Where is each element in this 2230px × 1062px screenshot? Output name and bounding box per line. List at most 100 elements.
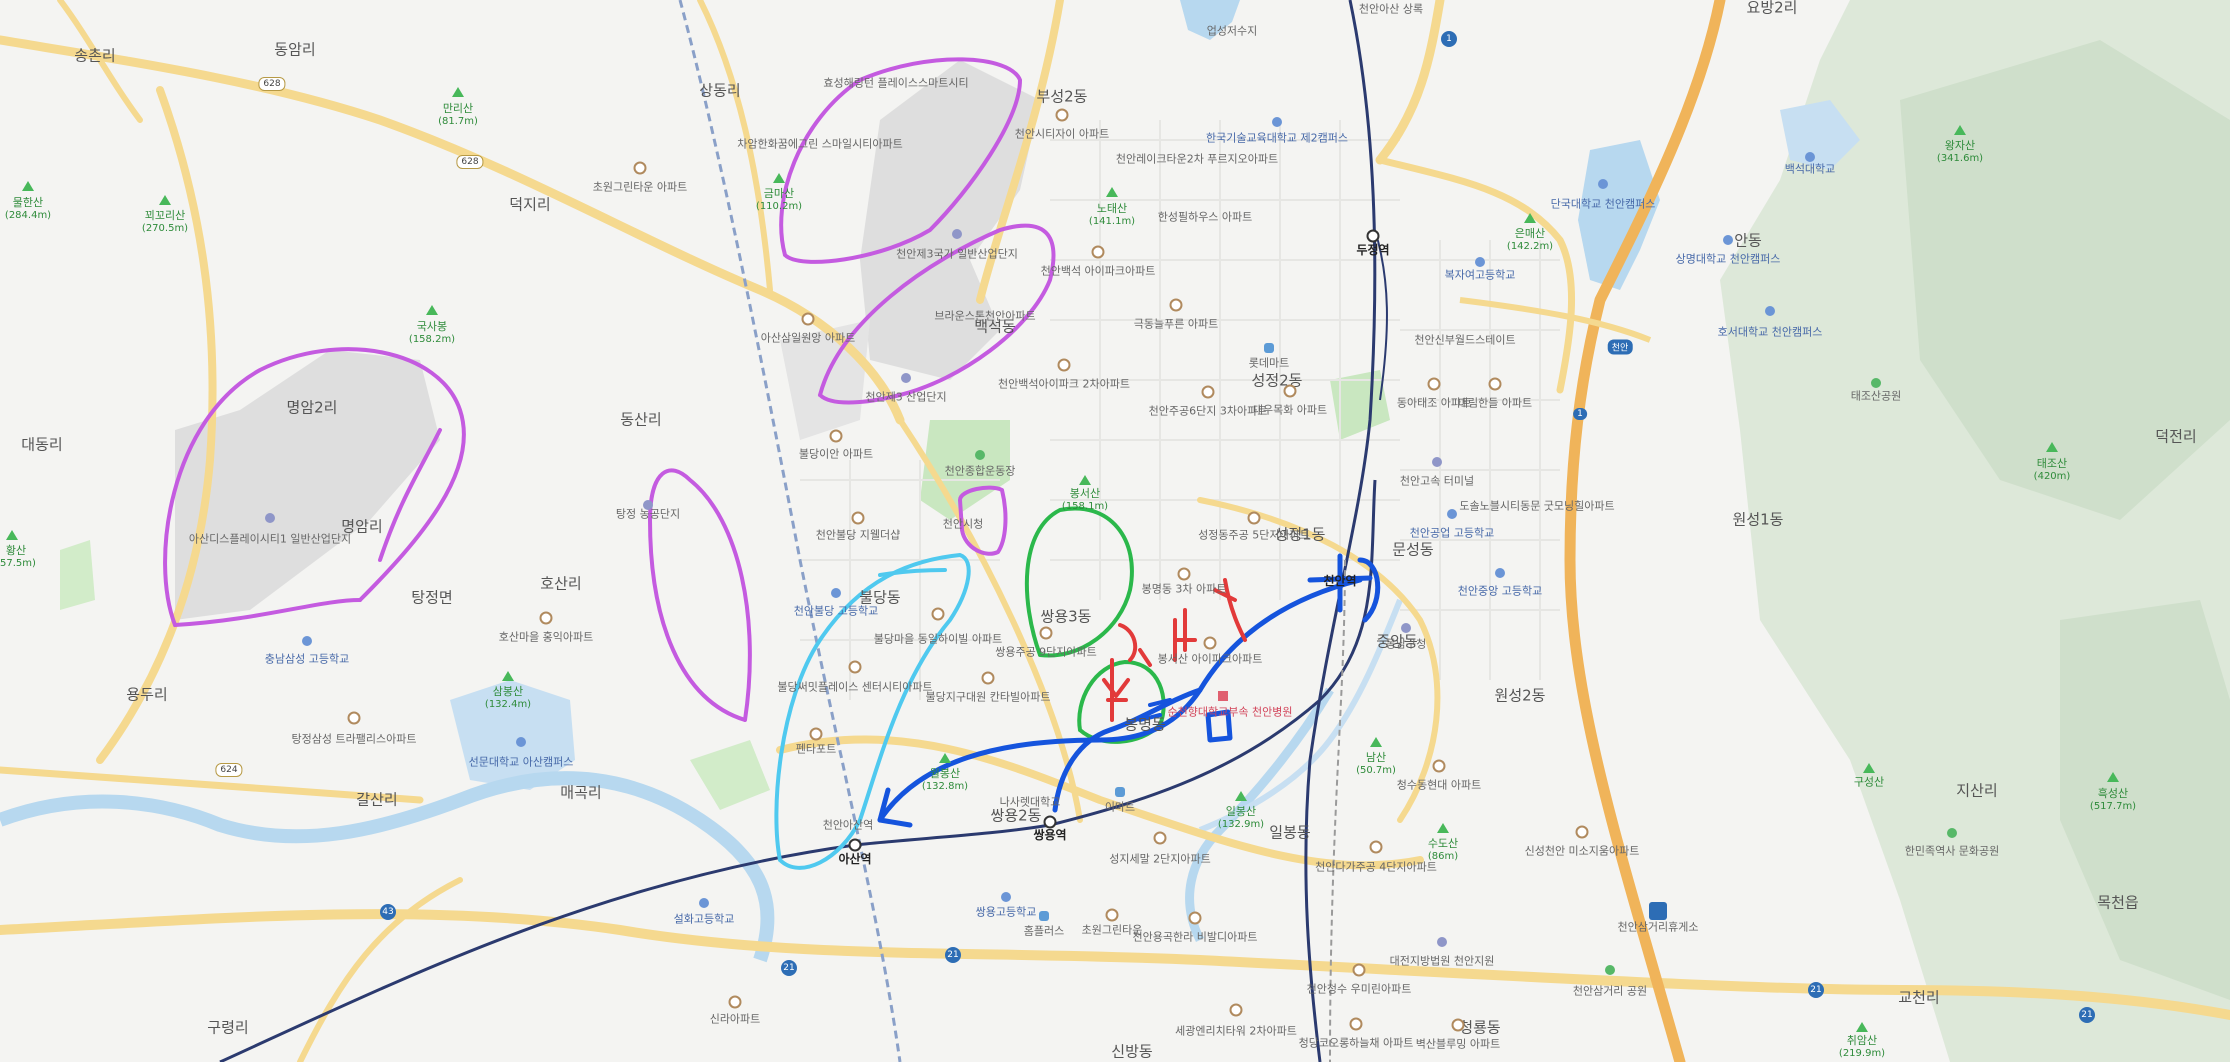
poi-label[interactable]: 브라운스톤천안아파트 bbox=[934, 310, 1035, 324]
district-label: 덕전리 bbox=[2155, 427, 2197, 446]
poi-label[interactable]: 청당코오롱하늘채 아파트 bbox=[1299, 1037, 1414, 1051]
poi-label[interactable]: 한성필하우스 아파트 bbox=[1158, 211, 1253, 225]
station-icon[interactable] bbox=[1043, 815, 1057, 829]
station-icon[interactable] bbox=[848, 838, 862, 852]
national-road-shield: 21 bbox=[1808, 982, 1824, 998]
university-label[interactable]: 호서대학교 천안캠퍼스 bbox=[1718, 326, 1823, 340]
poi-label[interactable]: 천안주공6단지 3차아파트 bbox=[1149, 405, 1268, 419]
mountain-icon bbox=[426, 305, 438, 315]
poi-label[interactable]: 나사렛대학교 bbox=[1000, 796, 1061, 810]
school-label[interactable]: 천안공업 고등학교 bbox=[1410, 527, 1494, 541]
poi-label[interactable]: 탕정삼성 트라팰리스아파트 bbox=[292, 733, 417, 747]
poi-label[interactable]: 극동늘푸른 아파트 bbox=[1134, 318, 1218, 332]
poi-label[interactable]: 초원그린타운 bbox=[1082, 924, 1143, 938]
poi-label[interactable]: 성지세말 2단지아파트 bbox=[1109, 853, 1211, 867]
apartment-icon bbox=[981, 671, 995, 685]
poi-label[interactable]: 이마트 bbox=[1105, 801, 1135, 815]
station-label[interactable]: 아산역 bbox=[838, 852, 871, 867]
station-label[interactable]: 두정역 bbox=[1356, 243, 1389, 258]
poi-label[interactable]: 신성천안 미소지움아파트 bbox=[1525, 845, 1640, 859]
poi-label[interactable]: 대전지방법원 천안지원 bbox=[1390, 955, 1495, 969]
interchange-label: 천안 bbox=[1607, 339, 1633, 355]
poi-label[interactable]: 천안시청 bbox=[943, 518, 983, 532]
poi-label[interactable]: 천안삼거리 공원 bbox=[1573, 985, 1647, 999]
poi-label[interactable]: 천안고속 터미널 bbox=[1400, 475, 1474, 489]
district-label: 문성동 bbox=[1392, 540, 1434, 559]
poi-label[interactable]: 펜타포트 bbox=[796, 743, 836, 757]
station-label[interactable]: 쌍용역 bbox=[1033, 828, 1066, 843]
apartment-icon bbox=[1188, 911, 1202, 925]
poi-label[interactable]: 천안백석 아이파크아파트 bbox=[1041, 265, 1156, 279]
poi-label[interactable]: 천안아산 상록 bbox=[1359, 3, 1423, 17]
poi-label[interactable]: 차암한화꿈에그린 스마일시티아파트 bbox=[737, 138, 902, 152]
university-label[interactable]: 상명대학교 천안캠퍼스 bbox=[1676, 253, 1781, 267]
poi-label[interactable]: 불당마을 동일하이빌 아파트 bbox=[874, 633, 1002, 647]
poi-label[interactable]: 불당지구대원 칸타빌아파트 bbox=[926, 691, 1051, 705]
poi-label[interactable]: 천안종합운동장 bbox=[945, 465, 1016, 479]
poi-label[interactable]: 천안불당 지웰더샵 bbox=[816, 529, 900, 543]
poi-label[interactable]: 벽산블루밍 아파트 bbox=[1416, 1038, 1500, 1052]
poi-label[interactable]: 효성해링턴 플레이스스마트시티 bbox=[823, 77, 968, 91]
government-icon bbox=[1401, 623, 1411, 633]
station-label[interactable]: 천안역 bbox=[1323, 574, 1356, 589]
school-label[interactable]: 천안불당 고등학교 bbox=[794, 605, 878, 619]
poi-label[interactable]: 불당써밋플레이스 센터시티아파트 bbox=[777, 681, 932, 695]
poi-label[interactable]: 세광엔리치타워 2차아파트 bbox=[1175, 1025, 1297, 1039]
poi-label[interactable]: 홈플러스 bbox=[1024, 925, 1064, 939]
poi-label[interactable]: 천안백석아이파크 2차아파트 bbox=[998, 378, 1130, 392]
poi-label[interactable]: 동남구청 bbox=[1386, 638, 1426, 652]
poi-label[interactable]: 대우목화 아파트 bbox=[1253, 404, 1327, 418]
poi-label[interactable]: 천안시티자이 아파트 bbox=[1015, 128, 1110, 142]
mountain-icon bbox=[2107, 772, 2119, 782]
poi-label[interactable]: 천안용곡한라 비발디아파트 bbox=[1133, 931, 1258, 945]
poi-label[interactable]: 천안삼거리휴게소 bbox=[1618, 921, 1699, 935]
apartment-icon bbox=[1201, 385, 1215, 399]
poi-label[interactable]: 천안신부월드스테이트 bbox=[1414, 334, 1515, 348]
poi-label[interactable]: 천안다가주공 4단지아파트 bbox=[1315, 861, 1437, 875]
poi-label[interactable]: 봉명동 3차 아파트 bbox=[1142, 583, 1227, 597]
university-label[interactable]: 백석대학교 bbox=[1785, 163, 1836, 177]
poi-label[interactable]: 신라아파트 bbox=[710, 1013, 761, 1027]
poi-label[interactable]: 천안레이크타운2차 푸르지오아파트 bbox=[1116, 153, 1278, 167]
poi-label[interactable]: 쌍용주공 9단지아파트 bbox=[995, 646, 1097, 660]
station-icon[interactable] bbox=[1366, 229, 1380, 243]
university-icon bbox=[1272, 117, 1282, 127]
mountain-label: 왕자산 (341.6m) bbox=[1936, 138, 1984, 164]
university-label[interactable]: 선문대학교 아산캠퍼스 bbox=[469, 756, 574, 770]
poi-label[interactable]: 불당이안 아파트 bbox=[799, 448, 873, 462]
poi-label[interactable]: 한민족역사 문화공원 bbox=[1905, 845, 2000, 859]
mountain-label: 봉서산 (158.1m) bbox=[1061, 486, 1109, 512]
school-label[interactable]: 쌍용고등학교 bbox=[976, 906, 1037, 920]
school-label[interactable]: 천안중앙 고등학교 bbox=[1458, 585, 1542, 599]
university-label[interactable]: 단국대학교 천안캠퍼스 bbox=[1551, 198, 1656, 212]
school-label[interactable]: 충남삼성 고등학교 bbox=[265, 653, 349, 667]
hospital-label[interactable]: 순천향대학교부속 천안병원 bbox=[1168, 706, 1293, 720]
poi-label[interactable]: 성정동주공 5단지아파트 bbox=[1198, 529, 1310, 543]
map-canvas[interactable]: 송촌리 동암리 상동리 덕지리 명암2리 대동리 명암리 탕정면 동산리 호산리… bbox=[0, 0, 2230, 1062]
poi-label[interactable]: 롯데마트 bbox=[1249, 357, 1289, 371]
poi-label[interactable]: 아산디스플레이시티1 일반산업단지 bbox=[189, 533, 351, 547]
poi-label[interactable]: 천안제3국가 일반산업단지 bbox=[896, 248, 1018, 262]
poi-label[interactable]: 천안제3 산업단지 bbox=[865, 391, 946, 405]
district-label: 청룡동 bbox=[1459, 1018, 1501, 1037]
apartment-icon bbox=[829, 429, 843, 443]
poi-label[interactable]: 도솔노블시티동문 굿모닝힐아파트 bbox=[1459, 500, 1614, 514]
poi-label[interactable]: 호산마을 홍익아파트 bbox=[499, 631, 594, 645]
poi-label[interactable]: 태조산공원 bbox=[1851, 390, 1902, 404]
school-label[interactable]: 설화고등학교 bbox=[674, 913, 735, 927]
poi-label[interactable]: 초원그린타운 아파트 bbox=[593, 181, 688, 195]
poi-label[interactable]: 업성저수지 bbox=[1207, 25, 1258, 39]
poi-label[interactable]: 천안청수 우미린아파트 bbox=[1307, 983, 1412, 997]
district-label: 안동 bbox=[1734, 231, 1762, 250]
poi-label[interactable]: 청수동현대 아파트 bbox=[1397, 779, 1481, 793]
rest-area-icon bbox=[1649, 902, 1667, 920]
poi-label[interactable]: 탕정 농공단지 bbox=[616, 508, 680, 522]
school-label[interactable]: 복자여고등학교 bbox=[1445, 269, 1516, 283]
poi-label[interactable]: 봉서산 아이파크아파트 bbox=[1158, 653, 1263, 667]
national-road-shield: 43 bbox=[380, 904, 396, 920]
poi-label[interactable]: 대림한들 아파트 bbox=[1458, 397, 1532, 411]
district-label: 매곡리 bbox=[560, 783, 602, 802]
university-label[interactable]: 한국기술교육대학교 제2캠퍼스 bbox=[1206, 132, 1348, 146]
poi-label[interactable]: 아산삼일원앙 아파트 bbox=[761, 332, 856, 346]
poi-label[interactable]: 천안아산역 bbox=[823, 819, 874, 833]
